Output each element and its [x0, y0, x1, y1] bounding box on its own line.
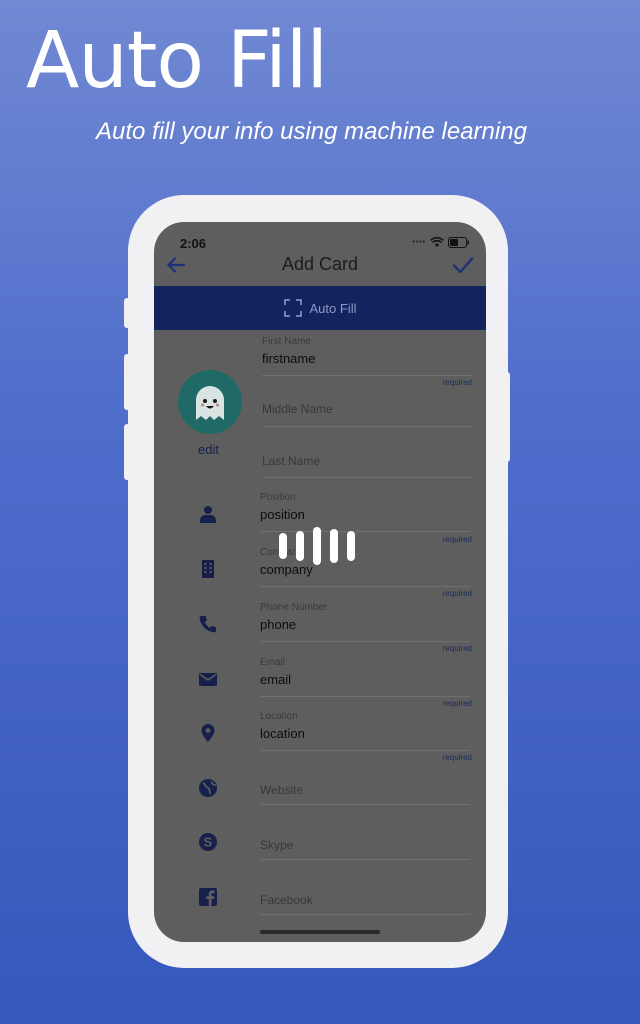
phone-value: phone — [260, 617, 297, 632]
mail-icon — [199, 673, 217, 686]
avatar[interactable] — [178, 370, 242, 434]
battery-icon — [448, 237, 469, 248]
phone-power-button — [504, 372, 510, 462]
person-icon — [200, 506, 216, 523]
avatar-edit-link[interactable]: edit — [198, 442, 219, 457]
email-label: Email — [260, 657, 286, 668]
facebook-icon — [199, 888, 217, 906]
phone-silent-switch — [124, 298, 130, 328]
location-required: required — [442, 753, 472, 762]
loading-bars-icon — [279, 527, 355, 565]
phone-icon — [199, 616, 216, 633]
phone-label: Phone Number — [260, 602, 328, 613]
location-field[interactable]: Location location — [260, 711, 470, 751]
phone-field[interactable]: Phone Number phone — [260, 602, 470, 642]
phone-volume-down — [124, 424, 130, 480]
first-name-required: required — [442, 378, 472, 387]
last-name-field[interactable]: Last Name — [262, 454, 472, 478]
confirm-check-icon[interactable] — [450, 252, 476, 278]
facebook-field[interactable]: Facebook — [260, 893, 470, 915]
home-indicator — [260, 930, 380, 934]
middle-name-placeholder: Middle Name — [262, 402, 333, 416]
website-placeholder: Website — [260, 783, 304, 797]
position-label: Position — [260, 492, 296, 503]
first-name-label: First Name — [262, 336, 311, 347]
last-name-placeholder: Last Name — [262, 454, 321, 468]
first-name-value: firstname — [262, 351, 316, 366]
middle-name-field[interactable]: Middle Name — [262, 402, 472, 427]
position-required: required — [442, 535, 472, 544]
auto-fill-button[interactable]: Auto Fill — [154, 286, 486, 330]
location-pin-icon — [201, 724, 215, 742]
position-field[interactable]: Position position — [260, 492, 470, 532]
scan-frame-icon — [283, 299, 302, 317]
globe-icon — [199, 779, 217, 797]
location-value: location — [260, 726, 305, 741]
app-screen: 2:06 •••• Add Card Auto Fill edit First … — [154, 222, 486, 942]
email-field[interactable]: Email email — [260, 657, 470, 697]
phone-volume-up — [124, 354, 130, 410]
position-value: position — [260, 507, 305, 522]
navigation-bar: Add Card — [154, 248, 486, 286]
skype-field[interactable]: Skype — [260, 838, 470, 860]
wifi-icon — [430, 237, 444, 247]
skype-icon: S — [199, 833, 217, 851]
phone-required: required — [442, 644, 472, 653]
auto-fill-label: Auto Fill — [309, 300, 357, 316]
first-name-field[interactable]: First Name firstname — [262, 336, 472, 376]
email-value: email — [260, 672, 292, 687]
location-label: Location — [260, 711, 298, 722]
skype-placeholder: Skype — [260, 838, 294, 852]
hero-subtitle: Auto fill your info using machine learni… — [96, 118, 527, 145]
company-required: required — [442, 589, 472, 598]
facebook-placeholder: Facebook — [260, 893, 313, 907]
hero-title: Auto Fill — [26, 16, 328, 106]
building-icon — [202, 560, 214, 578]
page-title: Add Card — [281, 254, 359, 274]
ghost-avatar-icon — [196, 386, 224, 420]
email-required: required — [442, 699, 472, 708]
website-field[interactable]: Website — [260, 783, 470, 805]
signal-dots-icon: •••• — [412, 239, 426, 246]
svg-text:S: S — [204, 835, 213, 850]
